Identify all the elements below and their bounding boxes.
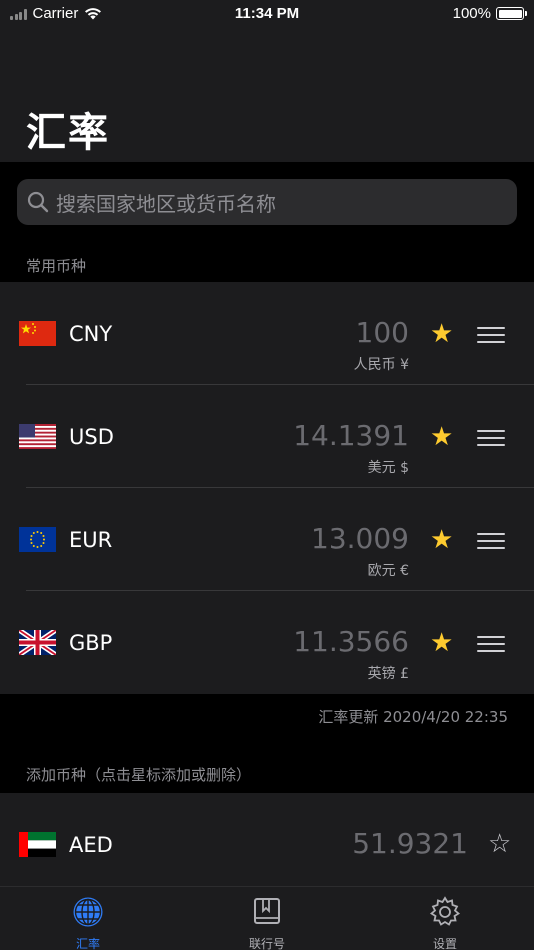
currency-row-usd[interactable]: USD 14.1391 美元 $ ★ — [0, 385, 534, 488]
currency-row-eur[interactable]: EUR 13.009 欧元 € ★ — [0, 488, 534, 591]
currency-amount[interactable]: 51.9321 — [352, 827, 468, 860]
currency-row-cny[interactable]: CNY 100 人民币 ¥ ★ — [0, 282, 534, 385]
tab-label: 联行号 — [248, 937, 285, 950]
search-icon — [27, 191, 49, 213]
currency-code: AED — [69, 833, 113, 857]
section-header-favorites: 常用币种 — [26, 257, 87, 275]
tab-exchange-rate[interactable]: 汇率 — [48, 896, 128, 950]
currency-row-gbp[interactable]: GBP 11.3566 英镑 £ ★ — [0, 591, 534, 694]
star-outline-icon[interactable]: ☆ — [488, 831, 511, 857]
favorites-list: CNY 100 人民币 ¥ ★ USD 14.1391 美元 $ ★ EUR 1… — [0, 282, 534, 694]
currency-code: CNY — [69, 322, 113, 346]
search-placeholder: 搜索国家地区或货币名称 — [56, 191, 276, 216]
battery-percent: 100% — [452, 5, 491, 22]
currency-name: 英镑 £ — [367, 666, 409, 682]
china-flag-icon — [19, 321, 56, 346]
currency-code: USD — [69, 425, 114, 449]
book-icon — [254, 898, 280, 924]
globe-icon — [73, 897, 103, 927]
tab-label: 汇率 — [75, 937, 100, 950]
tab-label: 设置 — [432, 937, 457, 950]
currency-name: 人民币 ¥ — [353, 357, 409, 373]
gear-icon — [429, 896, 461, 926]
drag-handle-icon[interactable] — [477, 533, 505, 554]
tab-bank-code[interactable]: 联行号 — [227, 896, 307, 950]
currency-row-aed[interactable]: AED 51.9321 ☆ — [0, 793, 534, 896]
search-input[interactable]: 搜索国家地区或货币名称 — [17, 179, 517, 225]
tab-bar: 汇率 联行号 设置 — [0, 886, 534, 950]
currency-code: GBP — [69, 631, 113, 655]
currency-name: 美元 $ — [367, 460, 409, 476]
battery-icon — [496, 7, 527, 20]
usa-flag-icon — [19, 424, 56, 449]
drag-handle-icon[interactable] — [477, 327, 505, 348]
add-currency-list: AED 51.9321 ☆ — [0, 793, 534, 886]
currency-name: 欧元 € — [367, 563, 409, 579]
currency-amount[interactable]: 14.1391 — [293, 419, 409, 452]
currency-code: EUR — [69, 528, 113, 552]
star-filled-icon[interactable]: ★ — [430, 630, 453, 656]
uk-flag-icon — [19, 630, 56, 655]
eu-flag-icon — [19, 527, 56, 552]
drag-handle-icon[interactable] — [477, 636, 505, 657]
update-timestamp: 汇率更新 2020/4/20 22:35 — [318, 708, 508, 726]
status-right: 100% — [452, 5, 527, 22]
star-filled-icon[interactable]: ★ — [430, 527, 453, 553]
star-filled-icon[interactable]: ★ — [430, 424, 453, 450]
uae-flag-icon — [19, 832, 56, 857]
currency-amount[interactable]: 11.3566 — [293, 625, 409, 658]
star-filled-icon[interactable]: ★ — [430, 321, 453, 347]
currency-amount[interactable]: 100 — [356, 316, 409, 349]
page-title: 汇率 — [26, 110, 110, 156]
currency-amount[interactable]: 13.009 — [311, 522, 409, 555]
section-header-add: 添加币种（点击星标添加或删除） — [26, 766, 252, 784]
nav-header: 汇率 — [0, 30, 534, 162]
tab-settings[interactable]: 设置 — [405, 896, 485, 950]
status-bar: Carrier 11:34 PM 100% — [0, 0, 534, 30]
drag-handle-icon[interactable] — [477, 430, 505, 451]
